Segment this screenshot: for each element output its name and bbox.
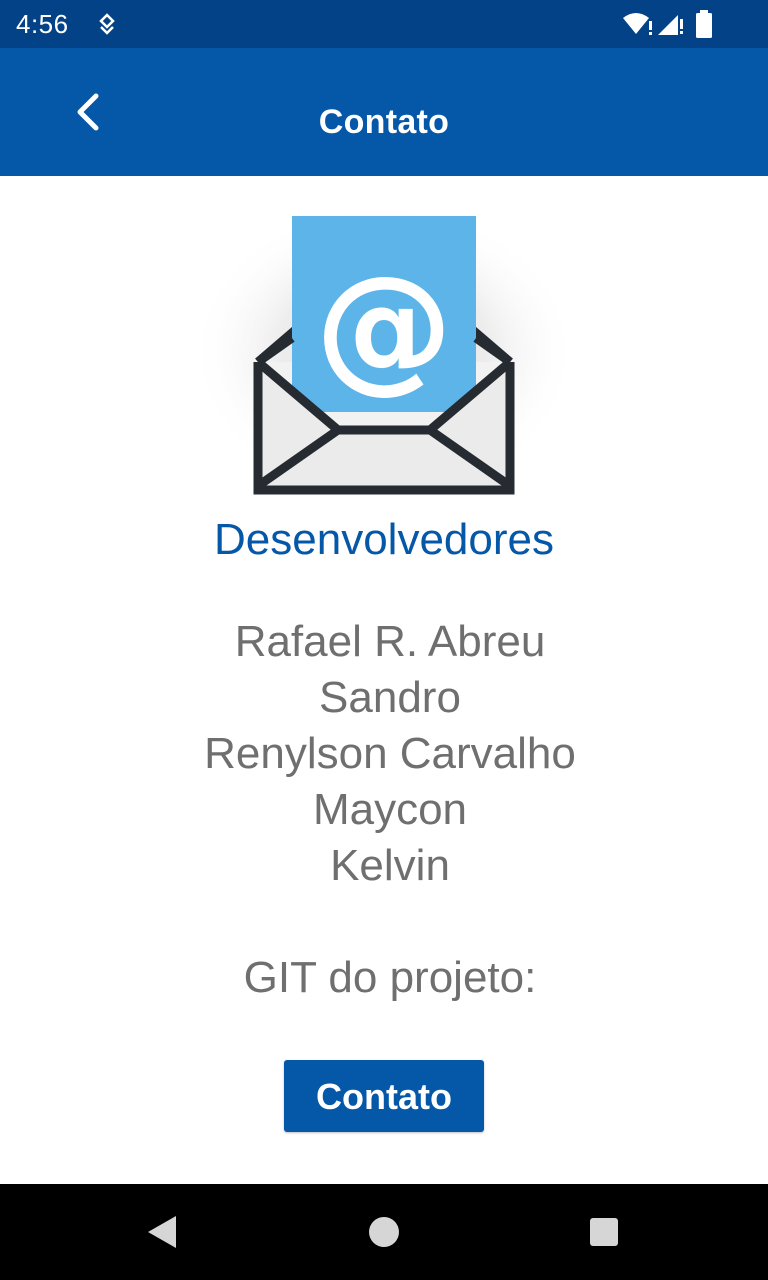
back-button[interactable] bbox=[56, 80, 120, 144]
svg-text:@: @ bbox=[315, 246, 453, 407]
battery-icon bbox=[694, 10, 714, 38]
nav-home-icon[interactable] bbox=[360, 1208, 408, 1256]
developer-name: Maycon bbox=[312, 785, 468, 834]
notification-icon bbox=[96, 12, 118, 36]
status-bar: 4:56 bbox=[0, 0, 768, 48]
developer-name: Kelvin bbox=[330, 841, 450, 890]
nav-recents-icon[interactable] bbox=[580, 1208, 628, 1256]
signal-icon bbox=[656, 11, 686, 37]
nav-back-icon[interactable] bbox=[138, 1208, 186, 1256]
developers-heading: Desenvolvedores bbox=[214, 515, 554, 564]
status-time: 4:56 bbox=[16, 9, 69, 39]
developer-name: Renylson Carvalho bbox=[204, 729, 576, 778]
main-content: @ Desenvolvedores Rafael R. Abreu Sandro… bbox=[0, 176, 768, 1184]
developer-name: Rafael R. Abreu bbox=[234, 617, 546, 666]
developer-name: Sandro bbox=[319, 673, 461, 722]
developers-list: Rafael R. Abreu Sandro Renylson Carvalho… bbox=[0, 614, 768, 894]
contact-screen: 4:56 Contato @ Desenvolvedores Rafael R.… bbox=[0, 0, 768, 1280]
navigation-bar bbox=[0, 1184, 768, 1280]
git-project-label: GIT do projeto: bbox=[243, 953, 537, 1002]
app-bar: Contato bbox=[0, 48, 768, 176]
chevron-left-icon bbox=[77, 93, 99, 131]
email-envelope-image: @ bbox=[190, 196, 578, 496]
contact-button[interactable]: Contato bbox=[284, 1060, 484, 1132]
wifi-icon bbox=[622, 12, 656, 36]
